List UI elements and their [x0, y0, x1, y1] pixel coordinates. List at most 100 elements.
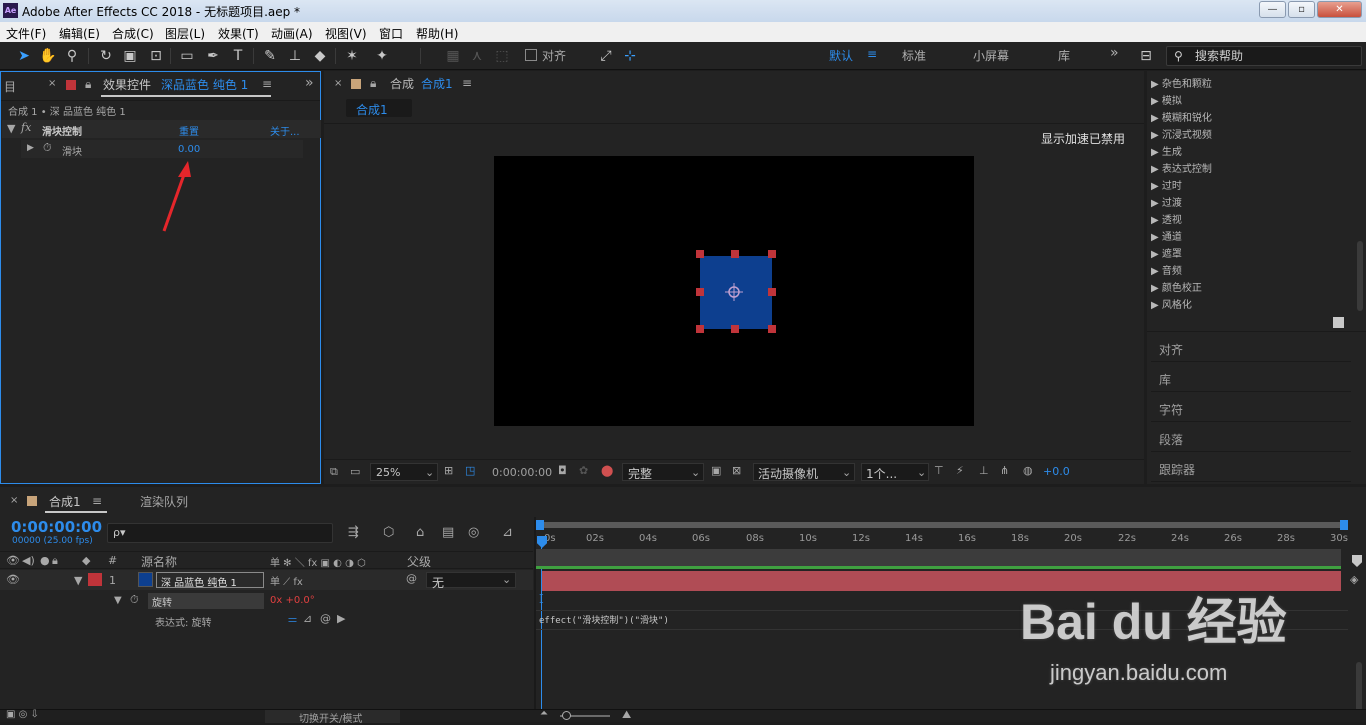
pan-behind-tool-icon[interactable]: ⊡ — [146, 46, 166, 66]
puppet-tool-icon[interactable]: ✦ — [372, 46, 392, 66]
category-item[interactable]: ▶ 音频 — [1151, 262, 1351, 277]
menu-edit[interactable]: 编辑(E) — [59, 25, 100, 42]
views-select[interactable]: 1个... ⌄ — [861, 463, 929, 481]
layer-label-color[interactable] — [88, 573, 102, 586]
lock-icon[interactable]: 🔒︎ — [85, 77, 91, 92]
expression-language-icon[interactable]: ▶ — [337, 612, 345, 625]
axis-view-icon[interactable]: ⬚ — [492, 46, 512, 66]
expand-arrow-icon[interactable]: ▼ — [74, 574, 82, 587]
menu-window[interactable]: 窗口 — [379, 25, 403, 42]
roi-icon[interactable]: ◳ — [465, 464, 475, 477]
category-item[interactable]: ▶ 模拟 — [1151, 92, 1351, 107]
layer-row[interactable]: 👁︎ ▼ 1 深 品蓝色 纯色 1 单 ⟋ fx @ 无 ⌄ — [0, 570, 533, 590]
graph-editor-icon[interactable]: ⊿ — [502, 525, 513, 540]
render-queue-tab[interactable]: 渲染队列 — [140, 493, 188, 510]
rotate-tool-icon[interactable]: ↻ — [96, 46, 116, 66]
type-tool-icon[interactable]: T — [228, 46, 248, 66]
layer-search-input[interactable]: ρ▾ — [107, 523, 333, 543]
pen-tool-icon[interactable]: ✒ — [203, 46, 223, 66]
motion-blur-toggle-icon[interactable]: ◎ — [468, 525, 479, 540]
transform-handle[interactable] — [696, 288, 704, 296]
workspace-more-button[interactable]: » — [1110, 45, 1119, 61]
category-item[interactable]: ▶ 模糊和锐化 — [1151, 109, 1351, 124]
label-tag-icon[interactable]: ◆ — [82, 554, 90, 567]
source-name-header[interactable]: 源名称 — [141, 553, 177, 570]
toggle-switches-button[interactable]: 切换开关/模式 — [265, 710, 400, 725]
close-tab-icon[interactable]: × — [334, 78, 342, 89]
monitor-icon[interactable]: ▭ — [350, 465, 360, 478]
fx-icon[interactable]: fx — [21, 121, 31, 134]
solo-switch-icon[interactable]: ● — [40, 554, 50, 567]
effect-row[interactable]: ▼ fx 滑块控制 重置 关于... — [2, 120, 321, 138]
layer-end-icon[interactable]: ◈ — [1350, 573, 1358, 586]
tracker-panel-header[interactable]: 跟踪器 — [1151, 453, 1351, 482]
help-search-input[interactable]: 搜索帮助 — [1166, 46, 1362, 66]
about-link[interactable]: 关于... — [270, 123, 300, 138]
flowchart-icon[interactable]: ⋔ — [1000, 464, 1009, 477]
menu-animation[interactable]: 动画(A) — [271, 25, 313, 42]
timeline-tab-label[interactable]: 合成1 — [49, 493, 81, 510]
comp-mini-flowchart-icon[interactable]: ⇶ — [348, 525, 359, 540]
panel-menu-icon[interactable]: ≡ — [462, 76, 472, 90]
close-tab-icon[interactable]: × — [48, 78, 56, 89]
video-switch-icon[interactable]: 👁︎ — [6, 554, 20, 567]
lock-switch-icon[interactable]: 🔒︎ — [52, 554, 58, 568]
category-item[interactable]: ▶ 表达式控制 — [1151, 160, 1351, 175]
stopwatch-icon[interactable]: ⏱︎ — [130, 593, 139, 607]
expand-arrow-icon[interactable]: ▼ — [7, 122, 15, 135]
category-item[interactable]: ▶ 遮罩 — [1151, 245, 1351, 260]
comp-tab-label[interactable]: 合成 — [390, 75, 414, 92]
close-tab-icon[interactable]: × — [10, 495, 18, 506]
library-panel-header[interactable]: 库 — [1151, 363, 1351, 392]
maximize-button[interactable]: ▫ — [1288, 1, 1315, 18]
stopwatch-icon[interactable]: ⏱︎ — [43, 141, 52, 155]
minimize-button[interactable]: — — [1259, 1, 1286, 18]
workspace-standard[interactable]: 标准 — [902, 47, 926, 64]
menu-view[interactable]: 视图(V) — [325, 25, 367, 42]
paragraph-panel-header[interactable]: 段落 — [1151, 423, 1351, 452]
pickwhip-icon[interactable]: @ — [406, 572, 417, 585]
category-item[interactable]: ▶ 透视 — [1151, 211, 1351, 226]
menu-composition[interactable]: 合成(C) — [112, 25, 154, 42]
scrollbar[interactable] — [1357, 241, 1363, 311]
hide-shy-layers-icon[interactable]: ⌂ — [416, 525, 424, 540]
expand-arrow-icon[interactable]: ▼ — [114, 595, 122, 606]
close-button[interactable]: ✕ — [1317, 1, 1362, 18]
fast-preview-icon[interactable]: ▣ — [711, 464, 721, 477]
timeline-icon[interactable]: ⊥ — [979, 464, 989, 477]
enable-expression-icon[interactable]: ＝ — [287, 612, 298, 628]
panel-menu-icon[interactable]: ≡ — [92, 494, 102, 508]
clone-stamp-tool-icon[interactable]: ⊥ — [285, 46, 305, 66]
comp-tab-name[interactable]: 合成1 — [421, 75, 453, 92]
axis-world-icon[interactable]: ⋏ — [467, 46, 487, 66]
transform-handle[interactable] — [768, 250, 776, 258]
expand-layer-switches-icon[interactable]: ▣ ◎ ⇩ — [6, 709, 39, 720]
snap-options-icon[interactable]: ⤢ — [596, 46, 616, 66]
param-value[interactable]: 0.00 — [178, 144, 200, 155]
snap-grid-icon[interactable]: ⊹ — [620, 46, 640, 66]
category-item[interactable]: ▶ 杂色和颗粒 — [1151, 75, 1351, 90]
category-item[interactable]: ▶ 生成 — [1151, 143, 1351, 158]
work-area-start-handle[interactable] — [536, 520, 544, 530]
parent-select[interactable]: 无 ⌄ — [426, 572, 516, 590]
exposure-value[interactable]: +0.0 — [1043, 465, 1070, 478]
transform-handle[interactable] — [731, 250, 739, 258]
zoom-tool-icon[interactable]: ⚲ — [62, 46, 82, 66]
resolution-icon[interactable]: ⊞ — [444, 464, 453, 477]
workspace-library[interactable]: 库 — [1058, 47, 1070, 64]
roto-brush-tool-icon[interactable]: ✶ — [342, 46, 362, 66]
draft-3d-icon[interactable]: ⬡ — [383, 525, 394, 540]
character-panel-header[interactable]: 字符 — [1151, 393, 1351, 422]
workspace-menu-icon[interactable]: ≡ — [867, 47, 877, 61]
transform-handle[interactable] — [696, 250, 704, 258]
menu-help[interactable]: 帮助(H) — [416, 25, 458, 42]
category-item[interactable]: ▶ 过渡 — [1151, 194, 1351, 209]
anchor-point-icon[interactable] — [724, 282, 744, 302]
camera-tool-icon[interactable]: ▣ — [120, 46, 140, 66]
reset-link[interactable]: 重置 — [179, 123, 199, 138]
comp-subtab[interactable]: 合成1 — [346, 99, 412, 117]
audio-switch-icon[interactable]: ◀) — [22, 554, 35, 567]
layer-switches[interactable]: 单 ⟋ fx — [270, 573, 303, 588]
toggle-mask-icon[interactable]: ⊤ — [934, 464, 944, 477]
expression-graph-icon[interactable]: ⊿ — [303, 612, 312, 625]
